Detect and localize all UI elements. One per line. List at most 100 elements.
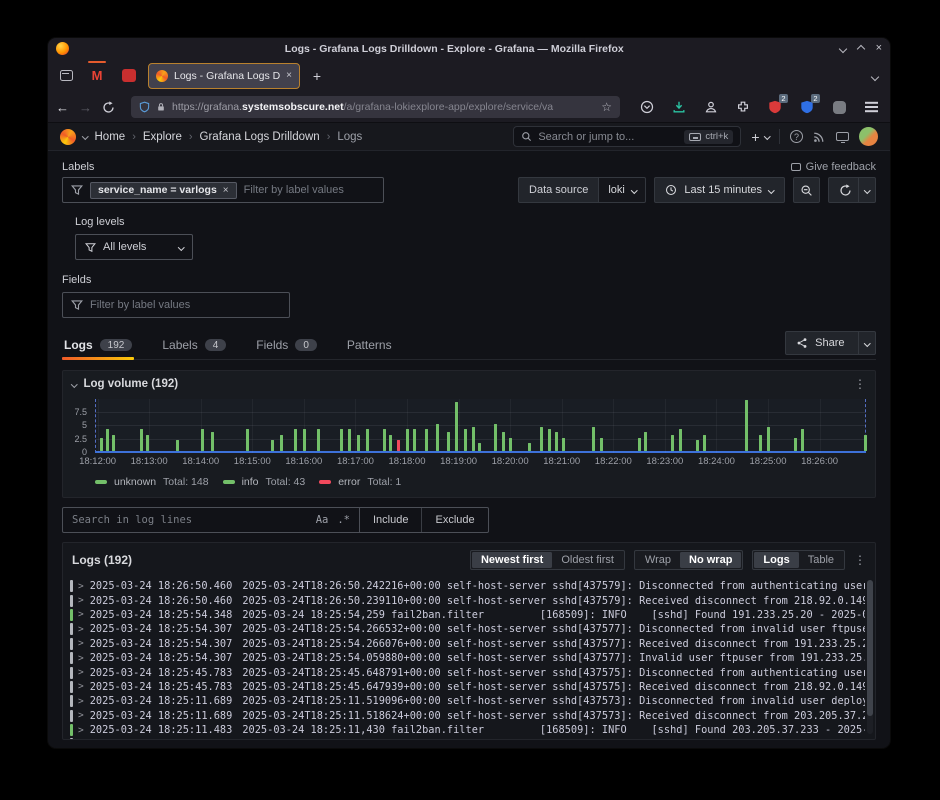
expand-row-icon[interactable]: > [78,696,84,707]
filter-chip-service-name[interactable]: service_name = varlogs× [90,182,237,199]
time-range-picker[interactable]: Last 15 minutes [654,177,784,203]
sort-oldest-first[interactable]: Oldest first [552,552,623,568]
log-row[interactable]: >2025-03-24 18:25:54.3072025-03-24T18:25… [67,622,865,636]
refresh-dropdown[interactable] [858,178,876,202]
legend-item[interactable]: unknownTotal: 148 [95,476,215,488]
extensions-puzzle-icon[interactable] [732,96,754,118]
log-search-input[interactable] [72,514,307,526]
forward-button[interactable]: → [79,100,92,115]
collapse-panel-icon[interactable] [71,381,77,387]
minimize-button[interactable] [838,44,846,52]
tab-patterns[interactable]: Patterns [345,334,394,359]
log-row[interactable]: >2025-03-24 18:25:54.3072025-03-24T18:25… [67,651,865,665]
grafana-logo-icon[interactable] [60,129,76,145]
bookmark-star-icon[interactable]: ☆ [601,100,612,114]
log-row[interactable]: >2025-03-24 18:25:11.4372025-03-24T18:25… [67,737,865,739]
give-feedback-link[interactable]: Give feedback [791,161,876,173]
url-text[interactable]: https://grafana.systemsobscure.net/a/gra… [172,101,595,113]
active-tab[interactable]: Logs - Grafana Logs Drilldow × [148,63,300,89]
expand-row-icon[interactable]: > [78,638,84,649]
org-switcher-chevron-icon[interactable] [82,133,88,139]
wrap-no-wrap[interactable]: No wrap [680,552,741,568]
menu-hamburger-icon[interactable] [860,96,882,118]
news-rss-icon[interactable] [813,130,826,143]
lock-icon[interactable] [156,101,166,113]
tab-logs[interactable]: Logs192 [62,334,134,359]
list-tabs-icon[interactable] [872,67,884,85]
log-row[interactable]: >2025-03-24 18:25:45.7832025-03-24T18:25… [67,665,865,679]
expand-row-icon[interactable]: > [78,609,84,620]
label-values-input[interactable] [244,184,375,196]
scrollbar-thumb[interactable] [867,580,873,716]
regex-toggle[interactable]: .* [337,514,350,526]
sort-newest-first[interactable]: Newest first [472,552,552,568]
log-row[interactable]: >2025-03-24 18:25:11.6892025-03-24T18:25… [67,709,865,723]
fields-filter-input[interactable] [62,292,290,318]
account-icon[interactable] [700,96,722,118]
log-levels-dropdown[interactable]: All levels [75,234,193,260]
scrollbar[interactable] [867,580,873,734]
expand-row-icon[interactable]: > [78,624,84,635]
reload-button[interactable] [102,101,115,114]
help-icon[interactable]: ? [790,130,803,143]
tab-fields[interactable]: Fields0 [254,334,319,359]
breadcrumb-item[interactable]: Home [95,131,126,143]
chip-remove-icon[interactable]: × [223,185,229,196]
close-button[interactable]: × [876,43,882,54]
log-row[interactable]: >2025-03-24 18:25:11.6892025-03-24T18:25… [67,694,865,708]
search-input[interactable] [538,131,678,143]
include-button[interactable]: Include [360,508,421,532]
datasource-value[interactable]: loki [598,177,646,203]
datasource-picker[interactable]: Data source loki [518,177,646,203]
label-filter-input[interactable]: service_name = varlogs× [62,177,384,203]
exclude-button[interactable]: Exclude [421,508,487,532]
expand-row-icon[interactable]: > [78,681,84,692]
view-table[interactable]: Table [799,552,843,568]
downloads-icon[interactable] [668,96,690,118]
expand-row-icon[interactable]: > [78,653,84,664]
log-row[interactable]: >2025-03-24 18:26:50.4602025-03-24T18:26… [67,593,865,607]
expand-row-icon[interactable]: > [78,595,84,606]
pinned-tab-gmail[interactable]: M [84,64,110,88]
share-button[interactable]: Share [785,331,876,355]
tab-labels[interactable]: Labels4 [160,334,228,359]
expand-row-icon[interactable]: > [78,725,84,736]
legend-item[interactable]: errorTotal: 1 [319,476,407,488]
breadcrumb-item[interactable]: Grafana Logs Drilldown [200,131,320,143]
legend-item[interactable]: infoTotal: 43 [223,476,312,488]
case-sensitive-toggle[interactable]: Aa [316,514,329,526]
user-avatar[interactable] [859,127,878,146]
url-bar[interactable]: https://grafana.systemsobscure.net/a/gra… [131,96,620,118]
display-icon[interactable] [836,132,849,141]
view-logs[interactable]: Logs [754,552,798,568]
extension-misc-icon[interactable] [828,96,850,118]
expand-row-icon[interactable]: > [78,667,84,678]
expand-row-icon[interactable]: > [78,581,84,592]
zoom-out-button[interactable] [793,177,820,203]
refresh-button[interactable] [828,177,877,203]
share-dropdown[interactable] [858,332,876,354]
log-row[interactable]: >2025-03-24 18:25:54.3072025-03-24T18:25… [67,637,865,651]
pocket-icon[interactable] [636,96,658,118]
panel-menu-icon[interactable]: ⋮ [854,377,866,391]
log-row[interactable]: >2025-03-24 18:25:54.3482025-03-24 18:25… [67,608,865,622]
log-line-search[interactable]: Aa .* [62,507,360,533]
wrap-wrap[interactable]: Wrap [636,552,680,568]
breadcrumb-item[interactable]: Explore [143,131,182,143]
bitwarden-icon[interactable]: 2 [796,96,818,118]
back-button[interactable]: ← [56,100,69,115]
log-row[interactable]: >2025-03-24 18:26:50.4602025-03-24T18:26… [67,579,865,593]
tracking-shield-icon[interactable] [139,101,150,113]
new-tab-button[interactable]: + [306,65,328,87]
fields-values-input[interactable] [90,299,281,311]
breadcrumb-item[interactable]: Logs [337,131,362,143]
logs-panel-menu-icon[interactable]: ⋮ [854,553,866,567]
tab-close-icon[interactable]: × [286,70,292,81]
expand-row-icon[interactable]: > [78,710,84,721]
firefox-view-icon[interactable] [54,65,78,87]
pinned-tab-app[interactable] [116,64,142,88]
log-row[interactable]: >2025-03-24 18:25:45.7832025-03-24T18:25… [67,680,865,694]
maximize-button[interactable] [856,44,864,52]
add-new-button[interactable]: + [751,129,769,145]
global-search[interactable]: ctrl+k [513,126,741,147]
